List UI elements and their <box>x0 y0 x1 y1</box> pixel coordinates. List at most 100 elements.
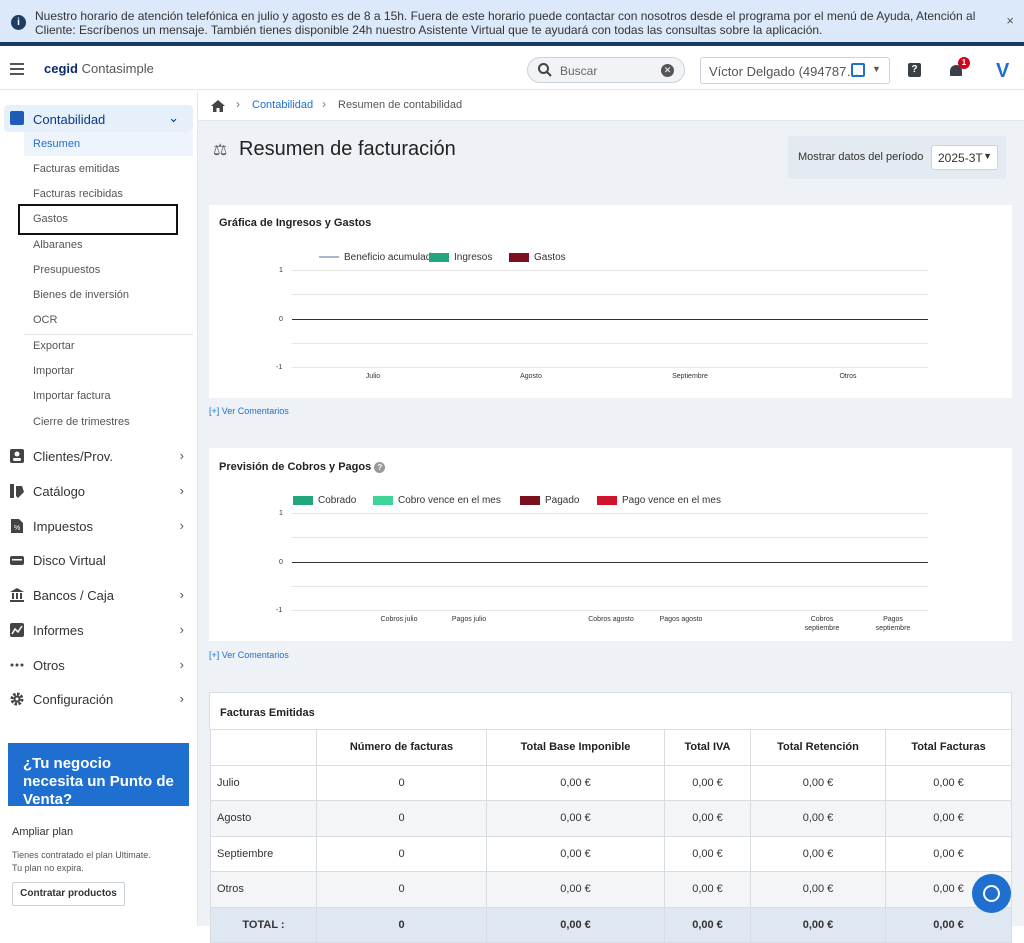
sidebar-item-label: Clientes/Prov. <box>33 449 113 464</box>
period-label: Mostrar datos del período <box>798 151 924 163</box>
sidebar-sub-facturas-recibidas[interactable]: Facturas recibidas <box>33 188 123 200</box>
table-cell: 0,00 € <box>885 764 1012 801</box>
x-label: Pagos septiembre <box>875 616 911 632</box>
sidebar-item-informes[interactable]: Informes › <box>0 613 198 647</box>
x-label: Pagos agosto <box>659 616 703 623</box>
search-input[interactable]: Buscar ✕ <box>527 57 685 83</box>
help-icon[interactable]: ? <box>908 63 921 77</box>
period-value: 2025-3T <box>938 151 983 165</box>
gridline <box>292 343 928 344</box>
brand-v-logo: V <box>996 60 1010 82</box>
bell-icon[interactable]: 1 <box>950 57 970 77</box>
sidebar-sub-importar[interactable]: Importar <box>33 365 74 377</box>
sidebar-sub-resumen[interactable]: Resumen <box>24 132 193 156</box>
plan-title: Ampliar plan <box>12 826 74 838</box>
tax-document-icon: % <box>11 519 23 533</box>
table-header: Total IVA <box>664 729 751 766</box>
chat-bubble-icon <box>983 885 1000 902</box>
y-tick: -1 <box>276 607 283 614</box>
table-cell: 0 <box>316 835 487 872</box>
sidebar-item-bancos[interactable]: Bancos / Caja › <box>0 578 198 612</box>
legend-cobrado[interactable]: Cobrado <box>293 495 356 506</box>
help-circle-icon[interactable]: ? <box>374 461 386 473</box>
x-label: Otros <box>839 373 857 380</box>
top-bar: cegid Contasimple Buscar ✕ Víctor Delgad… <box>0 50 1024 90</box>
facturas-emitidas-header: Facturas Emitidas <box>209 692 1012 730</box>
sidebar-item-configuracion[interactable]: Configuración › <box>0 682 198 716</box>
menu-icon[interactable] <box>10 63 24 75</box>
sidebar-sub-ocr[interactable]: OCR <box>33 314 57 326</box>
ver-comentarios-link[interactable]: [+] Ver Comentarios <box>209 650 289 660</box>
sidebar-item-otros[interactable]: Otros › <box>0 648 198 682</box>
close-icon[interactable]: × <box>1006 14 1014 28</box>
sidebar-item-label: Catálogo <box>33 484 86 499</box>
sidebar-sub-importar-factura[interactable]: Importar factura <box>33 390 111 402</box>
sidebar-sub-bienes-inversion[interactable]: Bienes de inversión <box>33 289 129 301</box>
sidebar-item-contabilidad[interactable]: Contabilidad ⌄ <box>4 105 193 132</box>
gridline <box>292 270 928 271</box>
facturas-emitidas-table: Número de facturas Total Base Imponible … <box>210 729 1012 943</box>
sidebar-item-disco-virtual[interactable]: Disco Virtual <box>0 543 198 577</box>
sidebar-sub-cierre-trimestres[interactable]: Cierre de trimestres <box>33 416 130 428</box>
legend-label: Pagado <box>545 495 580 506</box>
chevron-right-icon: › <box>179 622 184 637</box>
info-banner: i Nuestro horario de atención telefónica… <box>0 0 1024 46</box>
table-cell: Julio <box>210 764 317 801</box>
legend-pagado[interactable]: Pagado <box>520 495 579 506</box>
home-icon[interactable] <box>211 99 225 113</box>
legend-swatch <box>520 496 540 505</box>
sidebar-sub-presupuestos[interactable]: Presupuestos <box>33 264 100 276</box>
legend-swatch <box>429 253 449 262</box>
legend-gastos[interactable]: Gastos <box>509 252 566 263</box>
breadcrumb: › Contabilidad › Resumen de contabilidad <box>198 91 1024 121</box>
gridline <box>292 586 928 587</box>
chart-title: Previsión de Cobros y Pagos ? <box>219 461 386 473</box>
info-icon: i <box>11 15 26 30</box>
bank-icon <box>10 588 24 602</box>
plan-text-line-1: Tienes contratado el plan Ultimate. <box>12 850 151 860</box>
sidebar-sub-albaranes[interactable]: Albaranes <box>33 239 83 251</box>
legend-swatch <box>319 256 339 258</box>
search-placeholder: Buscar <box>560 64 598 78</box>
main-content: › Contabilidad › Resumen de contabilidad… <box>198 91 1024 943</box>
table-cell: 0,00 € <box>885 800 1012 837</box>
x-label: Julio <box>365 373 381 380</box>
x-label: Cobros julio <box>380 616 418 623</box>
table-cell: 0,00 € <box>486 835 665 872</box>
table-cell: 0,00 € <box>750 906 886 943</box>
chevron-right-icon: › <box>179 587 184 602</box>
sidebar-item-catalogo[interactable]: Catálogo › <box>0 474 198 508</box>
period-select[interactable]: 2025-3T ▼ <box>931 145 998 170</box>
sidebar-sub-gastos[interactable]: Gastos <box>18 204 178 235</box>
sidebar-item-clientes[interactable]: Clientes/Prov. › <box>0 439 198 473</box>
legend-swatch <box>509 253 529 262</box>
legend-beneficio[interactable]: Beneficio acumulado <box>319 252 437 263</box>
sidebar-item-impuestos[interactable]: % Impuestos › <box>0 509 198 543</box>
promo-banner[interactable]: ¿Tu negocio necesita un Punto de Venta? <box>8 743 189 806</box>
sidebar-item-label: Informes <box>33 623 84 638</box>
sidebar-sub-exportar[interactable]: Exportar <box>33 340 75 352</box>
legend-label: Cobrado <box>318 495 357 506</box>
gridline <box>292 513 928 514</box>
ver-comentarios-link[interactable]: [+] Ver Comentarios <box>209 406 289 416</box>
chart-title-text: Previsión de Cobros y Pagos <box>219 461 372 473</box>
app-logo[interactable]: cegid Contasimple <box>44 61 154 76</box>
user-selector[interactable]: Víctor Delgado (494787… ▼ <box>700 57 890 84</box>
table-cell: 0,00 € <box>486 906 665 943</box>
external-link-icon[interactable] <box>851 63 865 77</box>
sidebar-item-label: Otros <box>33 658 65 673</box>
contratar-productos-button[interactable]: Contratar productos <box>12 882 125 906</box>
breadcrumb-contabilidad[interactable]: Contabilidad <box>252 99 313 111</box>
clear-search-icon[interactable]: ✕ <box>661 64 674 77</box>
chat-button[interactable] <box>972 874 1011 913</box>
plan-text: Tienes contratado el plan Ultimate. Tu pl… <box>12 849 151 875</box>
gridline <box>292 294 928 295</box>
legend-cobro-vence[interactable]: Cobro vence en el mes <box>373 495 501 506</box>
table-cell: 0,00 € <box>750 800 886 837</box>
svg-text:%: % <box>14 525 20 532</box>
sidebar-sub-facturas-emitidas[interactable]: Facturas emitidas <box>33 163 120 175</box>
table-row: Otros 0 0,00 €0,00 €0,00 €0,00 € <box>210 871 1012 908</box>
legend-ingresos[interactable]: Ingresos <box>429 252 492 263</box>
legend-label: Ingresos <box>454 252 493 263</box>
legend-pago-vence[interactable]: Pago vence en el mes <box>597 495 721 506</box>
